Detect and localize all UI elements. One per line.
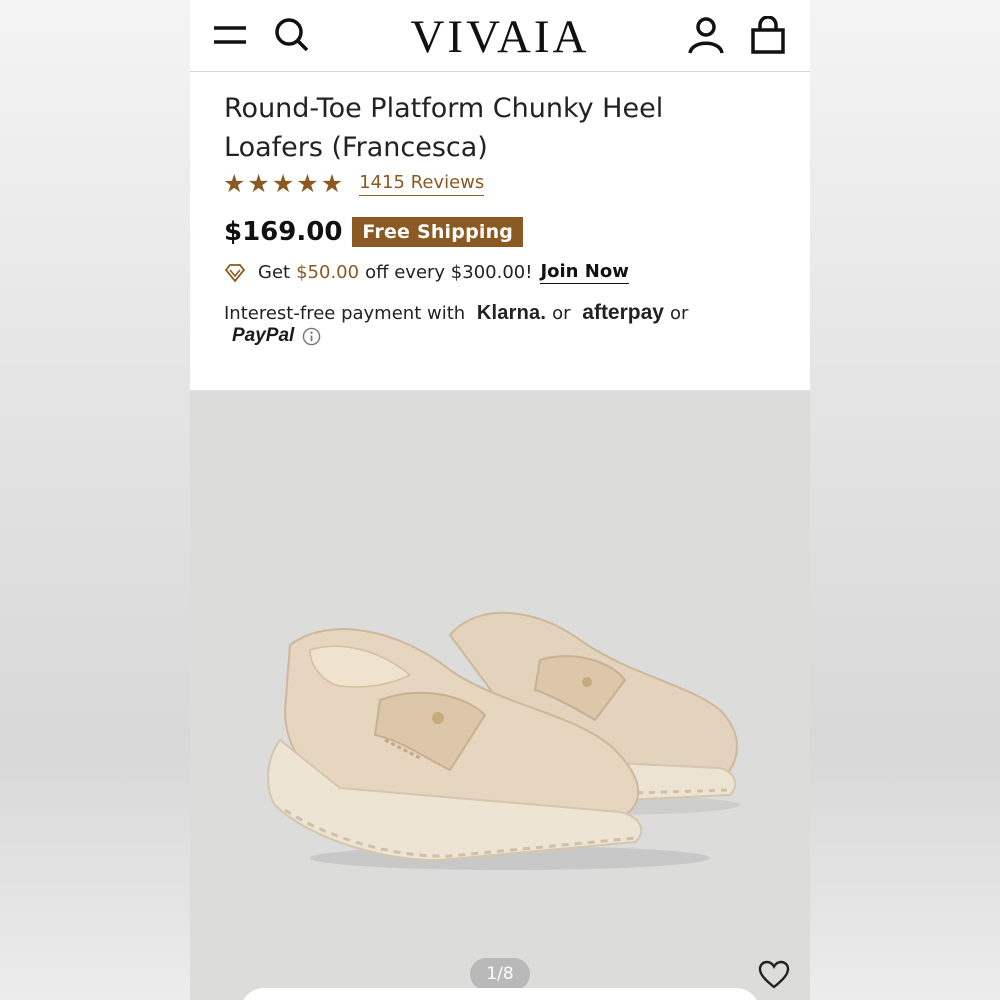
klarna-logo: Klarna. xyxy=(476,302,547,324)
afterpay-logo: afterpay xyxy=(582,301,664,324)
payment-or-1: or xyxy=(552,303,571,324)
star-rating: ★ ★ ★ ★ ★ xyxy=(223,171,343,197)
product-image-gallery[interactable]: 1/8 xyxy=(190,390,810,1000)
info-icon[interactable] xyxy=(302,327,321,346)
promo-prefix: Get xyxy=(258,262,291,283)
product-info: Round-Toe Platform Chunky Heel Loafers (… xyxy=(190,73,810,390)
product-title-line1: Round-Toe Platform Chunky Heel xyxy=(224,93,664,124)
product-price: $169.00 xyxy=(224,217,343,247)
promo-amount: $50.00 xyxy=(296,262,360,283)
star-icon: ★ xyxy=(320,169,344,198)
account-icon[interactable] xyxy=(686,16,726,56)
reviews-link[interactable]: 1415 Reviews xyxy=(359,172,485,196)
product-title: Round-Toe Platform Chunky Heel Loafers (… xyxy=(224,89,744,167)
diamond-icon xyxy=(224,263,246,282)
payment-options: Interest-free payment with Klarna. or aft… xyxy=(224,299,784,328)
payment-or-2: or xyxy=(669,303,689,324)
heart-icon[interactable] xyxy=(758,960,790,990)
product-title-line2: Loafers (Francesca) xyxy=(224,132,488,163)
search-icon[interactable] xyxy=(272,16,312,56)
site-header: VIVAIA xyxy=(190,0,810,72)
star-icon: ★ xyxy=(247,169,270,198)
bag-icon[interactable] xyxy=(748,16,788,56)
membership-promo: Get $50.00 off every $300.00! Join Now xyxy=(224,261,629,284)
free-shipping-badge: Free Shipping xyxy=(352,217,524,247)
menu-icon[interactable] xyxy=(210,16,250,56)
image-counter: 1/8 xyxy=(470,958,530,990)
rating-row: ★ ★ ★ ★ ★ 1415 Reviews xyxy=(223,171,485,197)
join-now-link[interactable]: Join Now xyxy=(540,261,629,284)
product-image xyxy=(267,611,740,870)
star-icon: ★ xyxy=(223,169,246,198)
paypal-row: PayPal xyxy=(232,325,321,347)
product-page: VIVAIA Round-Toe Platform Chunky Heel Lo… xyxy=(190,0,810,1000)
price-row: $169.00 Free Shipping xyxy=(224,217,524,247)
paypal-logo: PayPal xyxy=(232,325,295,346)
brand-logo[interactable]: VIVAIA xyxy=(340,10,660,64)
star-icon: ★ xyxy=(271,169,295,198)
bottom-sheet-edge[interactable] xyxy=(240,988,760,1000)
payment-prefix: Interest-free payment with xyxy=(224,303,466,324)
promo-suffix: off every $300.00! xyxy=(365,262,533,283)
star-icon: ★ xyxy=(296,169,319,198)
